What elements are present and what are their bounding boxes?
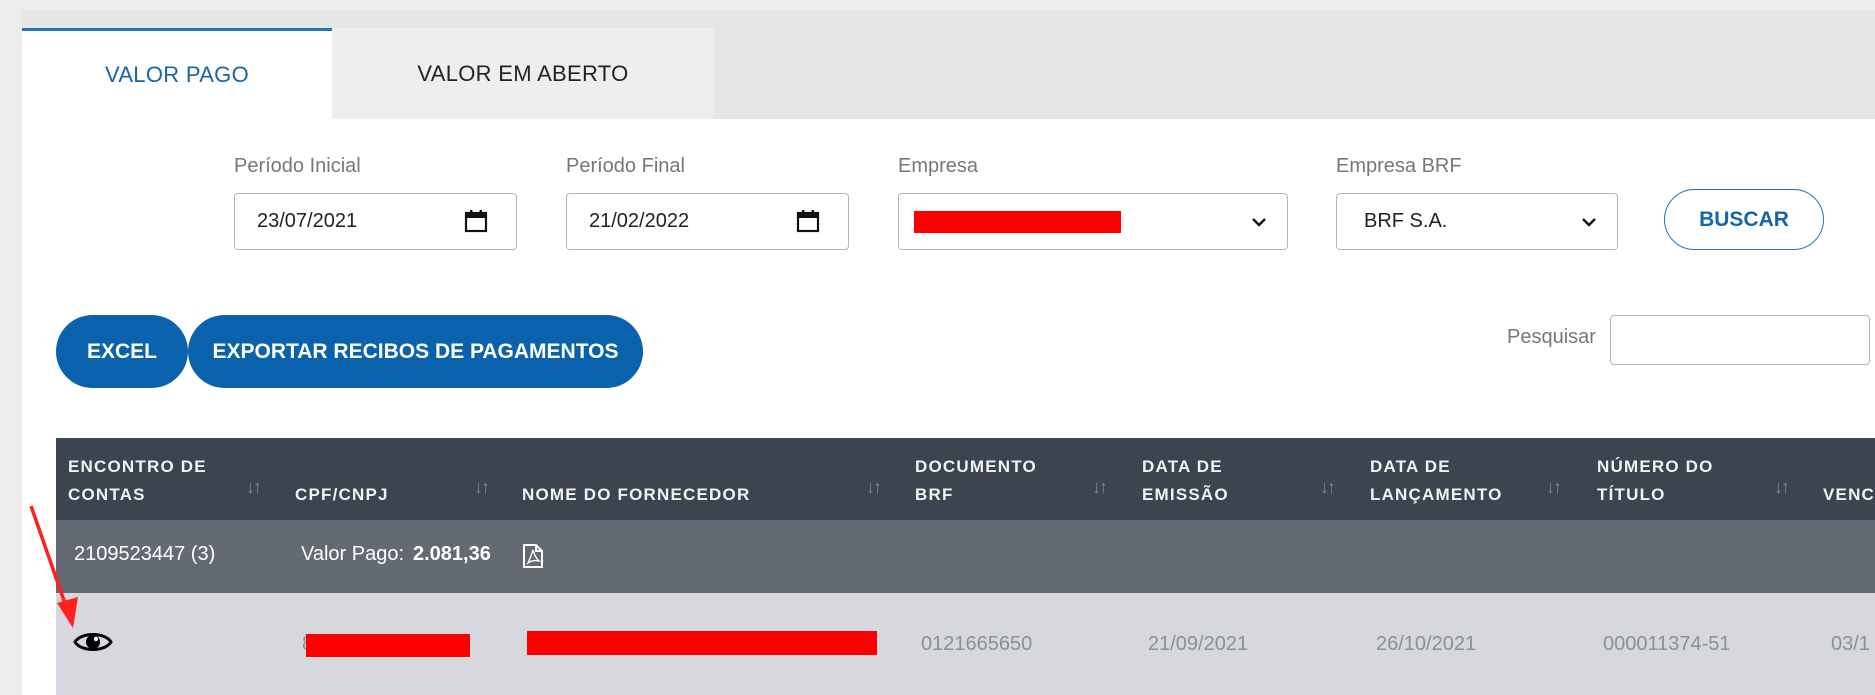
sort-icon[interactable]: ↓↑ [866,477,882,498]
col-cpf-cnpj[interactable]: CPF/CNPJ [295,481,389,509]
start-period-input[interactable]: 23/07/2021 [234,193,517,250]
cell-documento-brf: 0121665650 [921,633,1033,655]
sort-icon[interactable]: ↓↑ [1092,477,1108,498]
company-label: Empresa [898,155,979,177]
eye-icon[interactable] [73,629,113,655]
calendar-icon[interactable] [464,209,488,233]
cell-data-emissao: 21/09/2021 [1148,633,1249,655]
brf-company-value: BRF S.A. [1364,210,1448,232]
pdf-icon[interactable] [522,544,544,568]
sort-icon[interactable]: ↓↑ [474,477,490,498]
col-data-lancamento[interactable]: DATA DE LANÇAMENTO [1370,453,1503,509]
cell-vencimento: 03/1 [1831,633,1870,655]
search-button[interactable]: BUSCAR [1664,189,1824,250]
redacted-supplier-name [527,631,877,655]
table-search-label: Pesquisar [1507,326,1596,348]
table-search-input[interactable] [1610,315,1870,365]
table-header: ENCONTRO DE CONTAS ↓↑ CPF/CNPJ ↓↑ NOME D… [56,438,1875,520]
col-numero-titulo[interactable]: NÚMERO DO TÍTULO [1597,453,1714,509]
start-period-value: 23/07/2021 [257,210,358,232]
col-data-emissao[interactable]: DATA DE EMISSÃO [1142,453,1229,509]
chevron-down-icon [1252,218,1266,227]
cell-numero-titulo: 000011374-51 [1603,633,1731,655]
tab-valor-pago[interactable]: VALOR PAGO [22,28,332,119]
group-paid-value: 2.081,36 [413,543,491,565]
tab-bar: VALOR PAGO VALOR EM ABERTO [22,10,1875,119]
calendar-icon[interactable] [796,209,820,233]
col-documento-brf[interactable]: DOCUMENTO BRF [915,453,1037,509]
end-period-value: 21/02/2022 [589,210,690,232]
col-encontro-de-contas[interactable]: ENCONTRO DE CONTAS [68,453,207,509]
end-period-label: Período Final [566,155,685,177]
col-nome-fornecedor[interactable]: NOME DO FORNECEDOR [522,481,750,509]
excel-button[interactable]: EXCEL [56,315,188,388]
chevron-down-icon [1582,218,1596,227]
export-receipts-button[interactable]: EXPORTAR RECIBOS DE PAGAMENTOS [188,315,643,388]
group-row[interactable]: 2109523447 (3) Valor Pago: 2.081,36 [56,520,1875,593]
group-paid-label: Valor Pago: [301,543,405,565]
start-period-label: Período Inicial [234,155,361,177]
sort-icon[interactable]: ↓↑ [246,477,262,498]
redacted-cpf-cnpj [306,634,470,657]
brf-company-label: Empresa BRF [1336,155,1462,177]
cell-data-lancamento: 26/10/2021 [1376,633,1477,655]
sort-icon[interactable]: ↓↑ [1546,477,1562,498]
group-id: 2109523447 (3) [74,543,216,565]
sort-icon[interactable]: ↓↑ [1774,477,1790,498]
redacted-company-name [914,211,1121,233]
company-select[interactable] [898,193,1288,250]
brf-company-select[interactable]: BRF S.A. [1336,193,1618,250]
end-period-input[interactable]: 21/02/2022 [566,193,849,250]
table-row[interactable]: 8 0121665650 21/09/2021 26/10/2021 00001… [56,593,1875,695]
col-vencimento[interactable]: VENC [1823,481,1875,509]
sort-icon[interactable]: ↓↑ [1320,477,1336,498]
tab-valor-em-aberto[interactable]: VALOR EM ABERTO [332,28,714,119]
